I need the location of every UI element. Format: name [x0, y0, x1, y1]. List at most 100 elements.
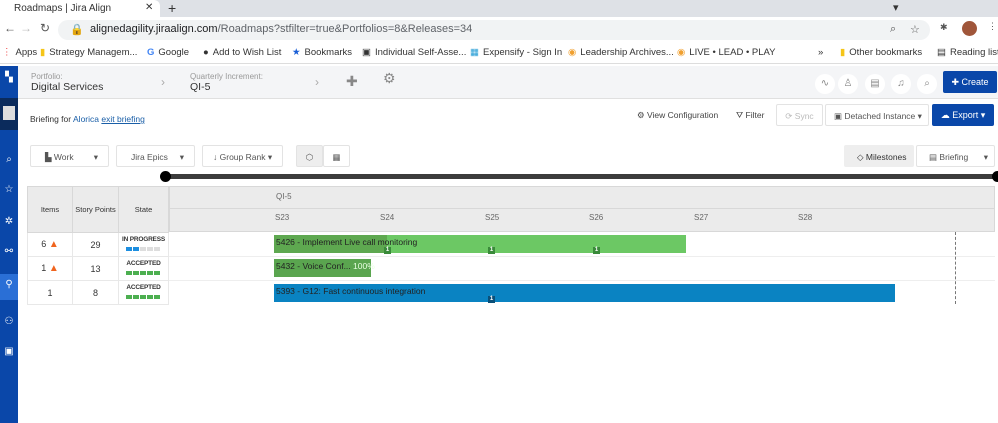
portfolio-value: Digital Services [31, 81, 104, 93]
user-icon[interactable]: ♙ [838, 74, 858, 94]
new-tab-icon[interactable]: + [168, 0, 176, 16]
roadmap-icon[interactable]: ⚯ [0, 246, 18, 266]
bell-icon[interactable]: ♫ [891, 74, 911, 94]
search-icon[interactable]: ⌕ [917, 74, 937, 94]
url-path: /Roadmaps?stfilter=true&Portfolios=8&Rel… [217, 23, 473, 35]
work-dropdown[interactable]: ▙ Work ▾ [30, 145, 109, 167]
badge: 1 [593, 247, 600, 254]
bookmark[interactable]: ★ Bookmarks [292, 47, 352, 58]
increment-value: QI-5 [190, 81, 211, 93]
epic-bar[interactable]: 5426 - Implement Live call monitoring 1 … [274, 235, 686, 254]
forward-icon[interactable]: → [20, 21, 32, 35]
roadmap-grid: Items Story Points State 6 ▲ 29 IN PROGR… [27, 186, 169, 305]
bookmark[interactable]: ⋮ Apps [2, 47, 37, 58]
portfolio-selector[interactable]: Portfolio: Digital Services [31, 72, 103, 93]
create-button[interactable]: ✚ Create [943, 71, 997, 93]
points-cell: 29 [72, 232, 119, 257]
clipboard-icon[interactable]: ▤ [865, 74, 885, 94]
bookmark[interactable]: G Google [147, 47, 189, 58]
calendar-view-icon[interactable]: ▦ [323, 145, 350, 167]
other-bookmarks[interactable]: ▮ Other bookmarks [840, 47, 922, 58]
epics-dropdown[interactable]: Jira Epics ▾ [116, 145, 195, 167]
slider-handle-end[interactable] [992, 171, 998, 182]
briefing-prefix: Briefing for [30, 114, 72, 124]
bookmark[interactable]: ▦ Expensify - Sign In [470, 47, 562, 58]
timeline-slider-track[interactable] [166, 174, 998, 179]
more-bookmarks-icon[interactable]: » [818, 47, 823, 58]
bookmark[interactable]: ▮ Strategy Managem... [40, 47, 137, 58]
bookmark[interactable]: ▣ Individual Self-Asse... [362, 47, 466, 58]
tab-title: Roadmaps | Jira Align [14, 3, 112, 14]
zoom-icon[interactable]: ⌕ [890, 23, 896, 36]
milestones-button[interactable]: ◇ Milestones [844, 145, 914, 167]
items-cell: 1 [27, 280, 73, 305]
table-row[interactable]: 1 ▲ 13 ACCEPTED [27, 256, 169, 281]
progress-percent: 100% [353, 261, 375, 271]
items-cell: 6 ▲ [27, 232, 73, 257]
address-bar-row: ← → ↻ 🔒 alignedagility.jiraalign.com/Roa… [0, 17, 998, 43]
slider-handle-start[interactable] [160, 171, 171, 182]
warning-icon: ▲ [48, 263, 59, 274]
app-sidebar: ▚ ⌕ ☆ ✲ ⚯ ⚲ ⚇ ▣ [0, 66, 18, 423]
badge: 1 [488, 247, 495, 254]
bookmark[interactable]: ● Add to Wish List [203, 47, 281, 58]
browser-tab-bar: Roadmaps | Jira Align ✕ + ▾ [0, 0, 998, 17]
briefing-bar: Briefing for Alorica exit briefing [30, 114, 145, 124]
table-row[interactable]: 1 8 ACCEPTED [27, 280, 169, 305]
extensions-icon[interactable]: ✱ [940, 22, 948, 33]
bookmark[interactable]: ◉ Leadership Archives... [568, 47, 674, 58]
sprint-label: S23 [275, 213, 290, 222]
logo-icon[interactable]: ▚ [0, 72, 18, 92]
group-rank-dropdown[interactable]: ↓ Group Rank ▾ [202, 145, 283, 167]
sprint-label: S27 [694, 213, 709, 222]
bookmarks-bar: ⋮ Apps ▮ Strategy Managem... G Google ● Add … [0, 43, 998, 64]
menu-icon[interactable]: ⋮ [988, 21, 997, 32]
chevron-right-icon: › [161, 75, 165, 89]
view-configuration-button[interactable]: ⚙ View Configuration [637, 110, 718, 121]
team-icon[interactable]: ⚇ [0, 316, 18, 336]
tab-search-icon[interactable]: ▾ [893, 1, 899, 14]
sync-button[interactable]: ⟳ Sync [776, 104, 823, 126]
export-button[interactable]: ☁ Export ▾ [932, 104, 994, 126]
items-cell: 1 ▲ [27, 256, 73, 281]
story-points-header: Story Points [72, 186, 119, 233]
settings-icon[interactable]: ⚙ [383, 70, 396, 87]
network-icon[interactable]: ✲ [0, 216, 18, 236]
bookmark[interactable]: ◉ LIVE • LEAD • PLAY [677, 47, 776, 58]
url-host: alignedagility.jiraalign.com [90, 23, 218, 35]
activity-icon[interactable]: ∿ [815, 74, 835, 94]
filter-button[interactable]: ⛛ Filter [736, 110, 764, 121]
briefing-dropdown[interactable]: ▤ Briefing ▾ [916, 145, 995, 167]
calendar-icon[interactable]: ▣ [0, 346, 18, 366]
increment-header: QI-5 [169, 186, 995, 209]
sprint-label: S25 [485, 213, 500, 222]
epic-bar[interactable]: 5432 - Voice Conf... 100% [274, 259, 375, 277]
points-cell: 13 [72, 256, 119, 281]
state-cell: ACCEPTED [118, 280, 169, 305]
profile-avatar[interactable] [962, 21, 977, 36]
exit-briefing-link[interactable]: exit briefing [101, 114, 144, 124]
avatar[interactable] [0, 98, 18, 130]
reading-list[interactable]: ▤ Reading list [937, 47, 998, 58]
star-icon[interactable]: ☆ [910, 23, 920, 36]
sprint-header [169, 209, 995, 232]
points-cell: 8 [72, 280, 119, 305]
cube-view-icon[interactable]: ⬡ [296, 145, 323, 167]
today-marker [955, 232, 956, 304]
back-icon[interactable]: ← [4, 21, 16, 35]
sprint-label: S28 [798, 213, 813, 222]
hierarchy-icon[interactable]: ⚲ [0, 274, 18, 300]
instance-dropdown[interactable]: ▣ Detached Instance ▾ [825, 104, 929, 126]
epic-bar[interactable]: 5393 - G12: Fast continuous integration … [274, 284, 895, 303]
close-tab-icon[interactable]: ✕ [145, 2, 153, 13]
browser-tab[interactable]: Roadmaps | Jira Align [0, 0, 160, 17]
sprint-label: S26 [589, 213, 604, 222]
table-row[interactable]: 6 ▲ 29 IN PROGRESS [27, 232, 169, 257]
search-icon[interactable]: ⌕ [0, 154, 18, 174]
add-icon[interactable]: ✚ [346, 73, 358, 90]
increment-selector[interactable]: Quarterly Increment: QI-5 [190, 72, 263, 93]
url-input[interactable]: 🔒 alignedagility.jiraalign.com/Roadmaps?… [58, 20, 930, 40]
favorites-icon[interactable]: ☆ [0, 184, 18, 204]
briefing-name: Alorica [73, 114, 99, 124]
reload-icon[interactable]: ↻ [40, 21, 50, 35]
